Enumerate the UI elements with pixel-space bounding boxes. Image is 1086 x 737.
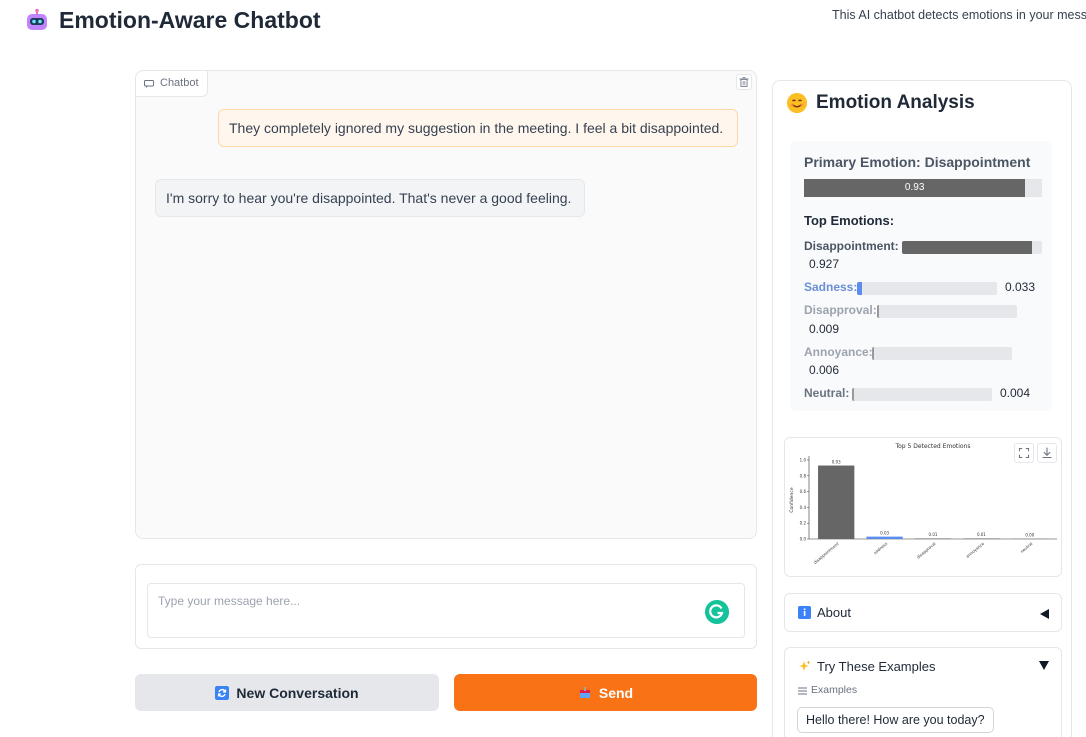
new-conversation-label: New Conversation [236,684,359,701]
emotion-bar [902,241,1042,254]
emotion-chart: Top 5 Detected Emotions Confidence 0.0 0.2 0… [784,437,1062,577]
y-tick-label: 0.8 [800,473,807,478]
new-conversation-button[interactable]: New Conversation [135,674,439,711]
chat-bubble-icon [144,80,154,88]
emotion-bar-fill [902,241,1032,254]
examples-sub-label: Examples [811,684,858,696]
y-tick-label: 1.0 [800,458,807,463]
about-accordion[interactable]: About [784,593,1062,632]
examples-accordion: Try These Examples Examples Hello there!… [784,647,1062,737]
emotion-value: 0.006 [809,363,840,377]
download-icon[interactable] [1037,443,1057,463]
message-input-panel [135,564,757,649]
trash-icon[interactable] [736,74,752,90]
x-tick-label: sadness [873,541,889,555]
chatbot-panel: Chatbot They completely ignored my sugge… [135,70,757,539]
y-tick-label: 0.6 [800,489,807,494]
y-tick-label: 0.0 [800,537,807,542]
emotion-name: Disapproval: [804,303,877,317]
emotion-value: 0.004 [1000,386,1031,400]
emotion-bar [852,388,992,401]
chatbot-tab-label: Chatbot [160,77,199,89]
bar-value-label: 0.01 [977,532,986,537]
primary-emotion-fill: 0.93 [804,179,1026,197]
chart-bar [1011,538,1048,539]
smile-icon [787,93,807,113]
bar-value-label: 0.00 [1025,532,1034,537]
y-tick-label: 0.4 [800,505,807,510]
emotion-bar [872,347,1012,360]
grammarly-icon[interactable] [705,600,729,624]
expand-arrow-icon[interactable] [1039,661,1049,670]
emotion-analysis-title: Emotion Analysis [816,92,975,113]
chart-title: Top 5 Detected Emotions [894,443,970,450]
top-emotions-label: Top Emotions: [804,213,895,228]
emotion-name: Disappointment: [804,239,899,253]
bar-value-label: 0.03 [880,531,889,536]
emotion-bar-fill [877,305,880,318]
send-icon [579,686,590,698]
bar-value-label: 0.01 [929,532,938,537]
message-input[interactable] [147,583,745,638]
emotion-bar-fill [857,282,862,295]
info-icon [798,606,811,619]
refresh-icon [215,685,230,700]
bar-value-label: 0.93 [832,460,841,465]
send-label: Send [598,684,634,701]
user-message: They completely ignored my suggestion in… [218,109,738,147]
x-tick-label: annoyance [965,541,985,559]
emotion-name: Neutral: [804,386,850,400]
emotion-name: Sadness: [804,280,858,294]
y-tick-label: 0.2 [800,521,807,526]
send-button[interactable]: Send [454,674,757,711]
chart-bar [963,538,1000,539]
chart-bar [914,538,952,539]
chart-bar [818,465,855,539]
fullscreen-icon[interactable] [1014,443,1034,463]
x-tick-label: neutral [1019,541,1033,554]
list-icon [798,687,807,695]
chart-bar [866,536,903,539]
emotion-value: 0.927 [809,257,840,271]
primary-emotion-bar: 0.93 [804,179,1042,197]
emotion-bar-fill [852,388,855,401]
emotion-bar [877,305,1017,318]
y-axis-label: Confidence [789,487,795,513]
emotion-analysis-panel: Emotion Analysis Primary Emotion: Disapp… [772,80,1072,737]
sparkles-icon [799,660,811,671]
emotion-bar [857,282,997,295]
robot-icon [27,9,47,30]
app-title: Emotion-Aware Chatbot [59,7,321,33]
primary-emotion-label: Primary Emotion: Disappointment [804,154,1031,170]
collapse-arrow-icon[interactable] [1040,609,1049,619]
x-tick-label: disapproval [916,541,937,560]
examples-label[interactable]: Try These Examples [817,659,936,674]
example-chip[interactable]: Hello there! How are you today? [797,707,994,733]
emotion-value: 0.033 [1005,280,1036,294]
emotion-name: Annoyance: [804,345,873,359]
bot-message: I'm sorry to hear you're disappointed. T… [155,179,585,217]
x-tick-label: disappointment [813,541,841,565]
emotion-value: 0.009 [809,322,840,336]
emotion-summary: Primary Emotion: Disappointment 0.93 Top… [790,141,1052,411]
about-label: About [817,605,851,620]
emotion-bar-fill [872,347,875,360]
app-description: This AI chatbot detects emotions in your… [832,8,1086,22]
chatbot-tab: Chatbot [136,71,208,97]
